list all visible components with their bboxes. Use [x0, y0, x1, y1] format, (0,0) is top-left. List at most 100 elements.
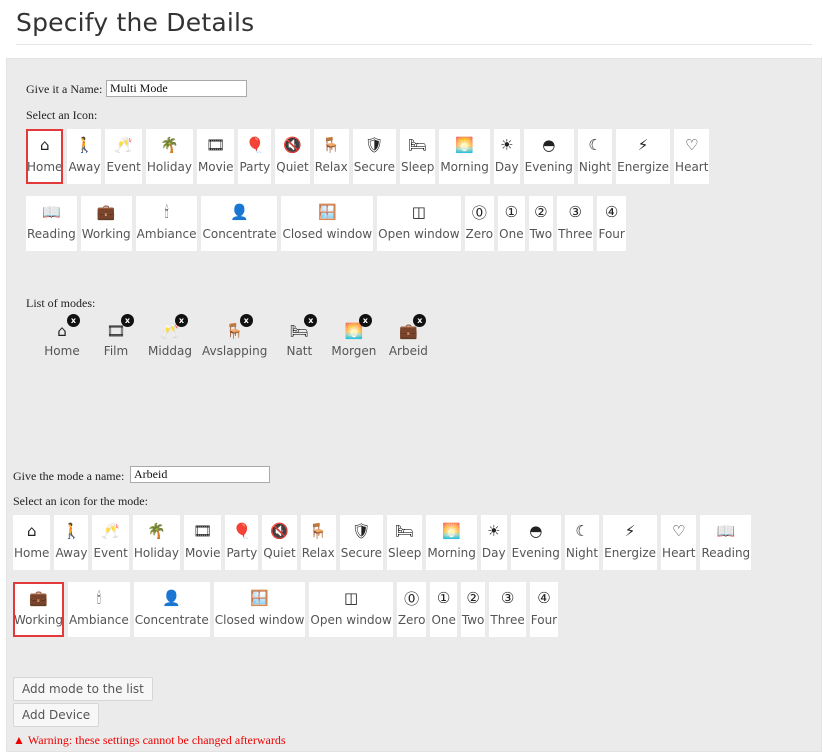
- icon-label: Two: [529, 227, 553, 241]
- bottom-icon-option-sleep[interactable]: 🛏 Sleep: [386, 515, 423, 570]
- mode-name-input[interactable]: [130, 466, 270, 483]
- three-icon: ③: [500, 589, 515, 607]
- top-icon-option-heart[interactable]: ♡ Heart: [674, 129, 710, 184]
- bottom-icon-option-closed-window[interactable]: 🪟 Closed window: [213, 582, 306, 637]
- bottom-icon-option-home[interactable]: ⌂ Home: [13, 515, 51, 570]
- event-icon: 🥂: [101, 522, 120, 540]
- top-icon-option-secure[interactable]: 🛡 Secure: [352, 129, 396, 184]
- icon-label: Relax: [301, 546, 335, 560]
- icon-label: Away: [68, 160, 101, 174]
- bottom-icon-option-zero[interactable]: ⓪ Zero: [396, 582, 427, 637]
- working-icon: 💼: [96, 203, 116, 221]
- bottom-icon-option-secure[interactable]: 🛡 Secure: [339, 515, 383, 570]
- bottom-icon-option-four[interactable]: ④ Four: [529, 582, 559, 637]
- bottom-icon-option-energize[interactable]: ⚡ Energize: [603, 515, 658, 570]
- top-icon-option-evening[interactable]: ◓ Evening: [523, 129, 574, 184]
- bottom-icon-option-three[interactable]: ③ Three: [489, 582, 526, 637]
- remove-mode-icon[interactable]: x: [121, 314, 134, 327]
- remove-mode-icon[interactable]: x: [304, 314, 318, 327]
- top-icon-option-movie[interactable]: 🎞 Movie: [196, 129, 235, 184]
- bottom-icon-option-evening[interactable]: ◓ Evening: [510, 515, 561, 570]
- bottom-icon-option-away[interactable]: 🚶 Away: [54, 515, 89, 570]
- bottom-icon-option-ambiance[interactable]: 🕯 Ambiance: [67, 582, 130, 637]
- energize-icon: ⚡: [637, 136, 649, 154]
- select-mode-icon-label: Select an icon for the mode:: [13, 494, 148, 508]
- top-icon-option-zero[interactable]: ⓪ Zero: [464, 196, 495, 251]
- mode-item-film: 🎞 x Film: [94, 314, 138, 358]
- bottom-icon-option-night[interactable]: ☾ Night: [564, 515, 600, 570]
- top-icon-option-quiet[interactable]: 🔇 Quiet: [275, 129, 310, 184]
- icon-label: Energize: [604, 546, 657, 560]
- icon-label: Zero: [465, 227, 494, 241]
- icon-label: Four: [598, 227, 625, 241]
- remove-mode-icon[interactable]: x: [358, 314, 372, 327]
- party-icon: 🎈: [245, 136, 265, 154]
- movie-icon: 🎞: [193, 522, 213, 540]
- bottom-icon-option-day[interactable]: ☀ Day: [480, 515, 507, 570]
- mode-icon-wrap: 🪑 x: [213, 314, 257, 342]
- top-icon-option-away[interactable]: 🚶 Away: [67, 129, 102, 184]
- icon-label: Concentrate: [202, 227, 277, 241]
- secure-icon: 🛡: [351, 522, 371, 540]
- home-mode-icon: ⌂: [57, 322, 67, 340]
- top-icon-option-party[interactable]: 🎈 Party: [238, 129, 272, 184]
- icon-label: Open window: [378, 227, 460, 241]
- mode-list: ⌂ x Home 🎞 x Film 🥂 x Middag 🪑 x Avslapping 🛏 x Natt 🌅 x…: [40, 314, 440, 358]
- zero-icon: ⓪: [471, 203, 487, 222]
- top-icon-option-one[interactable]: ① One: [498, 196, 525, 251]
- remove-mode-icon[interactable]: x: [175, 314, 188, 327]
- icon-label: Ambiance: [136, 227, 197, 241]
- morning-icon: 🌅: [442, 522, 461, 540]
- top-icon-option-holiday[interactable]: 🌴 Holiday: [145, 129, 193, 184]
- four-icon: ④: [604, 203, 619, 221]
- top-icon-option-closed-window[interactable]: 🪟 Closed window: [281, 196, 374, 251]
- top-icon-option-three[interactable]: ③ Three: [557, 196, 594, 251]
- bottom-icon-option-heart[interactable]: ♡ Heart: [661, 515, 697, 570]
- bottom-icon-option-movie[interactable]: 🎞 Movie: [183, 515, 222, 570]
- top-icon-option-event[interactable]: 🥂 Event: [105, 129, 142, 184]
- top-icon-option-open-window[interactable]: ◫ Open window: [377, 196, 461, 251]
- bottom-icon-option-open-window[interactable]: ◫ Open window: [309, 582, 393, 637]
- top-icon-option-relax[interactable]: 🪑 Relax: [313, 129, 349, 184]
- title-divider: [16, 44, 812, 45]
- bottom-icon-option-one[interactable]: ① One: [430, 582, 457, 637]
- bottom-icon-option-working[interactable]: 💼 Working: [13, 582, 64, 637]
- party-icon: 🎈: [232, 522, 252, 540]
- top-icon-option-four[interactable]: ④ Four: [597, 196, 626, 251]
- bottom-icon-option-event[interactable]: 🥂 Event: [92, 515, 129, 570]
- remove-mode-icon[interactable]: x: [413, 314, 427, 327]
- top-icon-option-day[interactable]: ☀ Day: [493, 129, 520, 184]
- bottom-icon-option-quiet[interactable]: 🔇 Quiet: [262, 515, 297, 570]
- top-icon-option-morning[interactable]: 🌅 Morning: [439, 129, 490, 184]
- icon-label: Morning: [427, 546, 476, 560]
- top-icon-option-sleep[interactable]: 🛏 Sleep: [399, 129, 436, 184]
- top-icon-option-concentrate[interactable]: 👤 Concentrate: [201, 196, 278, 251]
- icon-label: Quiet: [276, 160, 309, 174]
- bottom-icon-option-holiday[interactable]: 🌴 Holiday: [132, 515, 180, 570]
- page-title: Specify the Details: [16, 8, 255, 37]
- top-icon-option-night[interactable]: ☾ Night: [577, 129, 613, 184]
- bottom-icon-option-relax[interactable]: 🪑 Relax: [300, 515, 336, 570]
- bottom-icon-option-two[interactable]: ② Two: [460, 582, 486, 637]
- icon-label: Energize: [617, 160, 670, 174]
- mode-icon-wrap: 🌅 x: [332, 314, 376, 342]
- icon-label: Concentrate: [134, 613, 209, 627]
- top-icon-option-ambiance[interactable]: 🕯 Ambiance: [135, 196, 198, 251]
- bottom-icon-option-party[interactable]: 🎈 Party: [225, 515, 259, 570]
- warning-icon: ▲: [13, 733, 25, 747]
- add-device-button[interactable]: Add Device: [13, 703, 100, 727]
- bottom-icon-option-concentrate[interactable]: 👤 Concentrate: [133, 582, 210, 637]
- top-icon-option-energize[interactable]: ⚡ Energize: [616, 129, 671, 184]
- top-icon-option-two[interactable]: ② Two: [528, 196, 554, 251]
- icon-label: Holiday: [146, 160, 192, 174]
- top-icon-option-working[interactable]: 💼 Working: [80, 196, 132, 251]
- add-mode-button[interactable]: Add mode to the list: [13, 677, 153, 701]
- bottom-icon-option-reading[interactable]: 📖 Reading: [700, 515, 752, 570]
- name-label: Give it a Name:: [26, 82, 103, 96]
- bottom-icon-option-morning[interactable]: 🌅 Morning: [426, 515, 477, 570]
- name-input[interactable]: [106, 80, 247, 97]
- top-icon-option-home[interactable]: ⌂ Home: [26, 129, 64, 184]
- remove-mode-icon[interactable]: x: [239, 314, 253, 327]
- remove-mode-icon[interactable]: x: [67, 314, 80, 327]
- top-icon-option-reading[interactable]: 📖 Reading: [26, 196, 77, 251]
